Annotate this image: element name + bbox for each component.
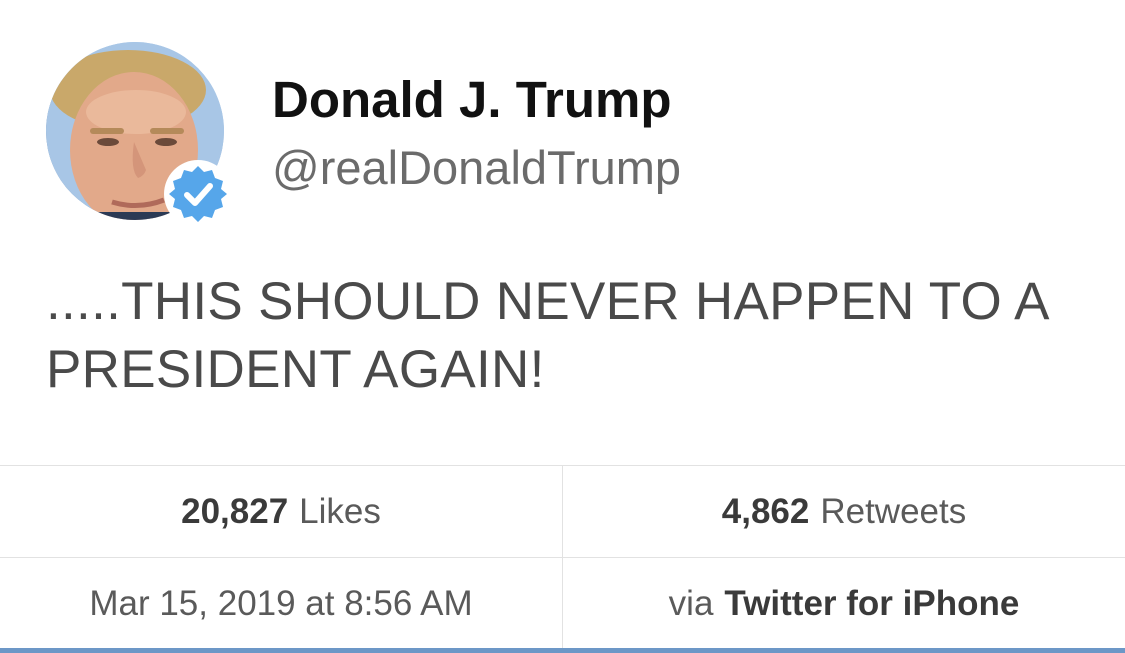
timestamp-text: Mar 15, 2019 at 8:56 AM bbox=[89, 583, 473, 623]
via-label: via bbox=[668, 583, 714, 623]
tweet-detail: Donald J. Trump @realDonaldTrump .....TH… bbox=[0, 0, 1125, 653]
accent-bar bbox=[0, 648, 1125, 653]
timestamp: Mar 15, 2019 at 8:56 AM bbox=[0, 558, 563, 649]
source-app: Twitter for iPhone bbox=[724, 583, 1020, 623]
retweets-label: Retweets bbox=[820, 491, 967, 531]
tweet-text: .....THIS SHOULD NEVER HAPPEN TO A PRESI… bbox=[46, 272, 1047, 399]
author-handle[interactable]: @realDonaldTrump bbox=[272, 140, 681, 195]
retweets-count: 4,862 bbox=[721, 491, 810, 531]
likes-stat[interactable]: 20,827 Likes bbox=[0, 466, 563, 557]
tweet-stats: 20,827 Likes 4,862 Retweets Mar 15, 2019… bbox=[0, 465, 1125, 649]
retweets-stat[interactable]: 4,862 Retweets bbox=[563, 466, 1125, 557]
meta-row: Mar 15, 2019 at 8:56 AM via Twitter for … bbox=[0, 558, 1125, 649]
engagement-row: 20,827 Likes 4,862 Retweets bbox=[0, 466, 1125, 558]
likes-label: Likes bbox=[299, 491, 381, 531]
source-info: via Twitter for iPhone bbox=[563, 558, 1125, 649]
likes-count: 20,827 bbox=[181, 491, 289, 531]
avatar-container[interactable] bbox=[46, 42, 232, 228]
author-name[interactable]: Donald J. Trump bbox=[272, 70, 672, 129]
verified-badge bbox=[164, 160, 232, 228]
verified-check-icon bbox=[169, 166, 227, 222]
